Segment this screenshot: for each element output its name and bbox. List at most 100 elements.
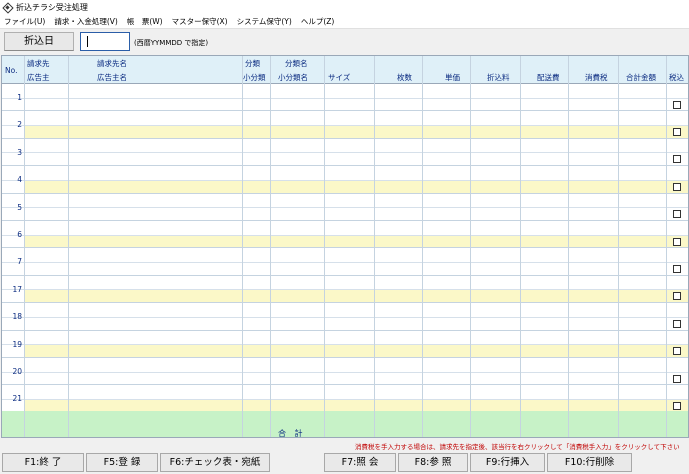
column-divider (618, 56, 619, 437)
row-number: 17 (12, 284, 22, 294)
f1-exit-button[interactable]: F1:終 了 (2, 453, 84, 472)
table-row[interactable]: 18 (2, 303, 688, 331)
row-number: 5 (17, 202, 22, 212)
header-unit-price: 単価 (445, 73, 460, 82)
menu-system[interactable]: システム保守(Y) (237, 16, 292, 27)
column-divider (666, 56, 667, 437)
column-divider (470, 56, 471, 437)
header-total-amount: 合計金額 (626, 73, 656, 82)
row-number: 1 (17, 93, 22, 102)
tax-included-checkbox[interactable] (673, 155, 681, 164)
menu-file[interactable]: ファイル(U) (4, 16, 45, 27)
row-mid-divider (2, 344, 688, 346)
row-advertiser-line[interactable] (24, 262, 688, 276)
f7-inquiry-button[interactable]: F7:照 会 (324, 453, 396, 472)
row-mid-divider (2, 179, 688, 181)
header-folding-fee: 折込料 (487, 73, 510, 82)
row-number: 7 (17, 257, 22, 267)
header-consumption-tax: 消費税 (585, 73, 608, 82)
header-tax-included: 税込 (669, 73, 684, 82)
title-bar: 折込チラシ受注処理 (0, 0, 689, 15)
table-row[interactable]: 17 (2, 276, 688, 304)
column-divider (568, 56, 569, 437)
row-number: 20 (12, 367, 22, 376)
header-category: 分類 (245, 59, 260, 68)
tax-included-checkbox[interactable] (673, 128, 681, 137)
table-row[interactable]: 7 (2, 248, 688, 276)
header-size: サイズ (328, 73, 351, 82)
order-grid[interactable]: 1 2 3 4 5 6 7 17 18 19 20 21 No. 請求先 広告主 請求先名 広告主名 … (1, 55, 689, 438)
table-row[interactable]: 20 (2, 358, 688, 386)
menu-bar: ファイル(U) 請求・入金処理(V) 帳 票(W) マスター保守(X) システム… (0, 15, 689, 29)
row-mid-divider (2, 316, 688, 318)
header-no: No. (5, 66, 18, 75)
date-input[interactable] (80, 32, 130, 51)
row-advertiser-line[interactable] (24, 125, 688, 139)
tax-included-checkbox[interactable] (673, 402, 681, 411)
menu-master[interactable]: マスター保守(X) (172, 16, 228, 27)
header-subcategory-name: 小分類名 (278, 73, 308, 82)
tax-included-checkbox[interactable] (673, 347, 681, 356)
row-advertiser-line[interactable] (24, 207, 688, 221)
app-icon (3, 3, 12, 12)
date-bar: 折込日 (西暦YYMMDD で指定) (0, 29, 689, 55)
row-advertiser-line[interactable] (24, 179, 688, 194)
header-advertiser-name: 広告主名 (97, 73, 127, 82)
header-billing-name: 請求先名 (97, 59, 127, 68)
grid-header: No. 請求先 広告主 請求先名 広告主名 分類 小分類 分類名 小分類名 サイ… (2, 56, 688, 84)
menu-help[interactable]: ヘルプ(Z) (301, 16, 335, 27)
row-advertiser-line[interactable] (24, 316, 688, 331)
column-divider (68, 56, 69, 437)
row-mid-divider (2, 97, 688, 99)
row-mid-divider (2, 399, 688, 401)
menu-billing[interactable]: 請求・入金処理(V) (54, 16, 117, 27)
f9-insert-row-button[interactable]: F9:行挿入 (470, 453, 545, 472)
row-advertiser-line[interactable] (24, 234, 688, 249)
table-row[interactable]: 2 (2, 111, 688, 139)
row-mid-divider (2, 262, 688, 264)
column-divider (324, 56, 325, 437)
total-label: 合 計 (278, 429, 306, 438)
table-row[interactable]: 21 (2, 385, 688, 413)
menu-reports[interactable]: 帳 票(W) (127, 16, 163, 27)
header-category-name: 分類名 (285, 59, 308, 68)
table-row[interactable]: 3 (2, 139, 688, 167)
header-advertiser-code: 広告主 (27, 73, 50, 82)
tax-included-checkbox[interactable] (673, 374, 681, 383)
tax-included-checkbox[interactable] (673, 237, 681, 246)
header-delivery-fee: 配送費 (537, 73, 560, 82)
row-advertiser-line[interactable] (24, 344, 688, 358)
table-row[interactable]: 4 (2, 166, 688, 194)
window-title: 折込チラシ受注処理 (16, 3, 88, 12)
row-advertiser-line[interactable] (24, 152, 688, 167)
table-row[interactable]: 1 (2, 84, 688, 112)
row-number: 19 (12, 339, 22, 349)
row-advertiser-line[interactable] (24, 289, 688, 304)
tax-included-checkbox[interactable] (673, 319, 681, 328)
row-number: 2 (17, 120, 22, 130)
tax-included-checkbox[interactable] (673, 182, 681, 191)
f8-reference-button[interactable]: F8:参 照 (398, 453, 468, 472)
header-subcategory: 小分類 (243, 73, 266, 82)
tax-input-notice: 消費税を手入力する場合は、請求先を指定後、該当行を右クリックして「消費税手入力」… (355, 443, 680, 451)
tax-included-checkbox[interactable] (673, 100, 681, 109)
column-divider (242, 56, 243, 437)
tax-included-checkbox[interactable] (673, 292, 681, 301)
status-bar: 消費税を手入力する場合は、請求先を指定後、該当行を右クリックして「消費税手入力」… (0, 438, 689, 474)
tax-included-checkbox[interactable] (673, 265, 681, 274)
text-caret (87, 36, 88, 47)
table-row[interactable]: 5 (2, 194, 688, 221)
column-divider (374, 56, 375, 437)
table-row[interactable]: 6 (2, 221, 688, 249)
f5-register-button[interactable]: F5:登 録 (86, 453, 158, 472)
column-divider (270, 56, 271, 437)
header-quantity: 枚数 (397, 73, 412, 82)
f10-delete-row-button[interactable]: F10:行削除 (547, 453, 632, 472)
column-divider (24, 56, 25, 437)
f6-checklist-button[interactable]: F6:チェック表・宛紙 (160, 453, 270, 472)
row-advertiser-line[interactable] (24, 371, 688, 386)
row-number: 21 (12, 394, 22, 404)
row-advertiser-line[interactable] (24, 97, 688, 112)
tax-included-checkbox[interactable] (673, 210, 681, 219)
table-row[interactable]: 19 (2, 331, 688, 358)
